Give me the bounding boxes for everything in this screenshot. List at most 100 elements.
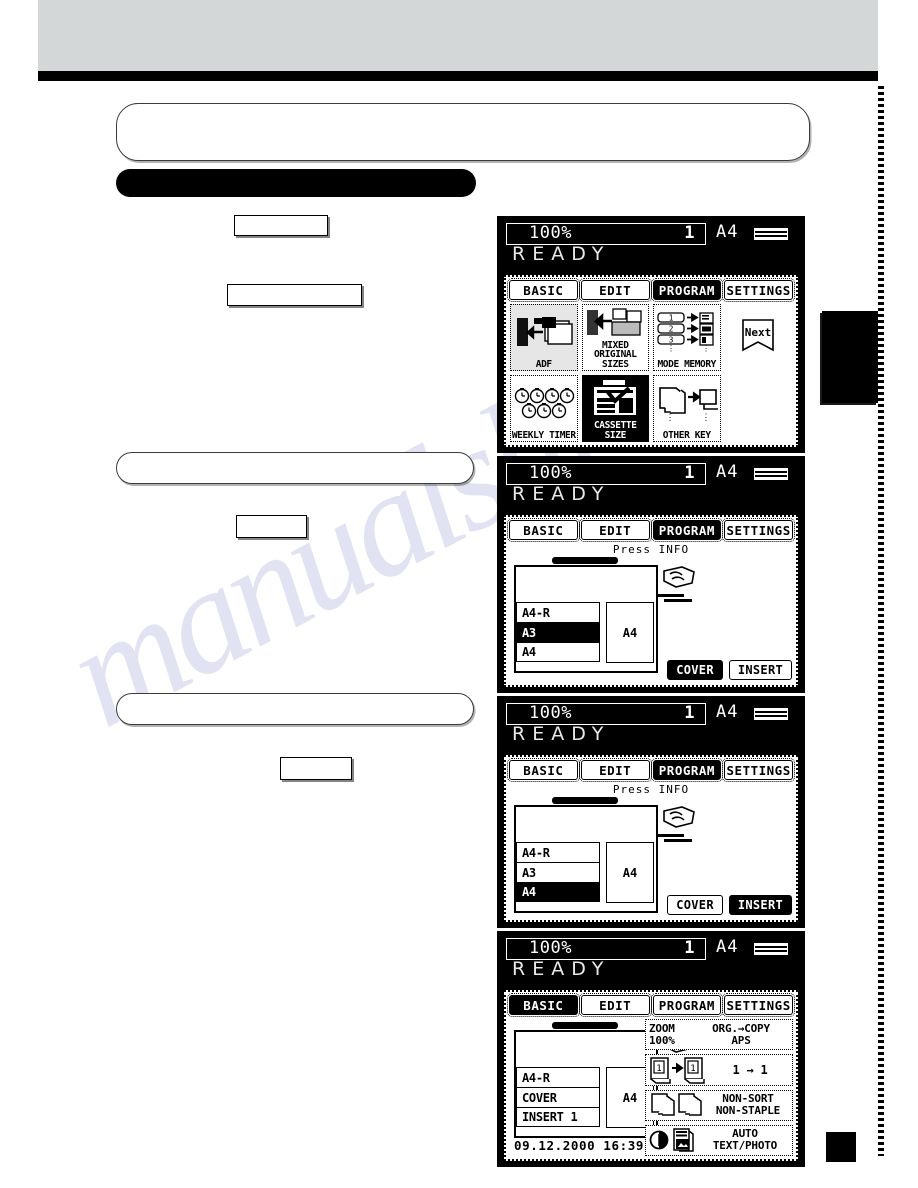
lcd1-zoom-ratio: 100% <box>529 223 572 243</box>
mode-memory-key[interactable]: 1 2 3 ⋮ ⋮ MODE MEMORY <box>653 304 721 371</box>
image-mode-setting[interactable]: AUTO TEXT/PHOTO <box>645 1124 793 1156</box>
tab-program[interactable]: PROGRAM <box>650 758 724 782</box>
hand-pointer-icon <box>662 565 696 591</box>
platen-bar-icon <box>552 797 618 804</box>
lcd3-zoom-ratio: 100% <box>529 703 572 723</box>
lcd4-settings-stack: ZOOM 100% ORG.→COPY APS 1 1 1 → 1 NON-SO… <box>645 1019 793 1156</box>
platen-bar-icon <box>552 557 618 564</box>
cassette-diagram: A4-R A3 A4 A4 <box>514 797 695 917</box>
tab-settings[interactable]: SETTINGS <box>722 278 795 302</box>
feed-path-icon <box>658 833 692 842</box>
tab-settings[interactable]: SETTINGS <box>722 518 795 542</box>
header-band <box>38 0 878 71</box>
tab-basic[interactable]: BASIC <box>507 993 580 1017</box>
cassette-row[interactable]: A4 <box>516 642 600 662</box>
zoom-setting[interactable]: ZOOM 100% ORG.→COPY APS <box>645 1019 793 1051</box>
header-rule <box>38 71 878 81</box>
staple-mode-label: NON-STAPLE <box>715 1104 781 1118</box>
lcd3-status-text: READY <box>512 723 611 745</box>
callout-note-3 <box>116 693 474 725</box>
lcd-panel-1[interactable]: 100% 1 A4 READY BASIC EDIT PROGRAM SETTI… <box>497 216 805 453</box>
duplex-icon: 1 1 <box>649 1056 711 1084</box>
step-box-1 <box>234 215 328 236</box>
lcd4-ratio-box: 100% 1 <box>506 938 706 960</box>
duplex-setting[interactable]: 1 1 1 → 1 <box>645 1054 793 1086</box>
cassette-list: A4-R A3 A4 <box>516 602 600 662</box>
platen-bar-icon <box>552 1022 618 1029</box>
cover-button[interactable]: COVER <box>667 895 723 915</box>
weekly-timer-key[interactable]: WEEKLY TIMER <box>510 375 578 442</box>
callout-note-2 <box>116 452 474 484</box>
lcd1-ratio-box: 100% 1 <box>506 223 706 245</box>
tab-edit[interactable]: EDIT <box>578 518 652 542</box>
aps-label: APS <box>731 1033 751 1047</box>
mixed-original-sizes-key[interactable]: MIXED ORIGINAL SIZES <box>581 304 649 371</box>
cover-button[interactable]: COVER <box>667 660 723 680</box>
lcd2-status-bar: 100% 1 A4 READY <box>498 457 804 513</box>
lcd-panel-4[interactable]: 100% 1 A4 READY BASIC EDIT PROGRAM SETTI… <box>497 931 805 1167</box>
adf-key-label: ADF <box>535 358 552 370</box>
tab-basic[interactable]: BASIC <box>507 278 580 302</box>
cassette-row[interactable]: A3 <box>516 862 600 882</box>
tab-settings[interactable]: SETTINGS <box>722 758 795 782</box>
tab-program[interactable]: PROGRAM <box>650 993 724 1017</box>
next-page-tab[interactable]: Next <box>724 304 793 371</box>
weekly-timer-label: WEEKLY TIMER <box>511 429 576 441</box>
tab-edit[interactable]: EDIT <box>578 758 652 782</box>
next-bookmark-icon: Next <box>725 304 793 370</box>
svg-text:⋮: ⋮ <box>667 344 675 352</box>
lcd3-status-bar: 100% 1 A4 READY <box>498 697 804 753</box>
tab-settings[interactable]: SETTINGS <box>722 993 795 1017</box>
clock-icon <box>511 376 577 431</box>
tab-basic[interactable]: BASIC <box>507 518 580 542</box>
cassette-row[interactable]: INSERT 1 <box>516 1107 600 1127</box>
lcd1-function-grid: ADF MIXED ORIGINAL SIZES 1 2 3 ⋮ ⋮ MODE … <box>510 304 792 442</box>
cassette-row[interactable]: A4-R <box>516 1067 600 1087</box>
lcd2-body: BASIC EDIT PROGRAM SETTINGS Press INFO A… <box>504 515 798 687</box>
lcd2-paper-size: A4 <box>716 462 739 482</box>
cassette-row[interactable]: A4 <box>516 882 600 902</box>
lcd3-paper-size: A4 <box>716 702 739 722</box>
bypass-tray[interactable]: A4 <box>606 842 654 903</box>
adf-key[interactable]: ADF <box>510 304 578 371</box>
callout-note-1 <box>116 103 810 161</box>
finisher-setting[interactable]: NON-SORT NON-STAPLE <box>645 1089 793 1121</box>
tab-edit[interactable]: EDIT <box>578 278 652 302</box>
empty-slot <box>724 375 792 442</box>
tab-program[interactable]: PROGRAM <box>650 278 724 302</box>
tab-edit[interactable]: EDIT <box>578 993 652 1017</box>
svg-text:⋮: ⋮ <box>701 413 710 421</box>
cassette-row[interactable]: COVER <box>516 1087 600 1107</box>
insert-button[interactable]: INSERT <box>728 895 792 915</box>
mixed-original-sizes-label: MIXED ORIGINAL SIZES <box>593 339 637 370</box>
adf-icon <box>511 305 577 360</box>
tab-program[interactable]: PROGRAM <box>650 518 724 542</box>
cassette-size-key[interactable]: CASSETTE SIZE <box>581 375 649 442</box>
lcd1-body: BASIC EDIT PROGRAM SETTINGS ADF MIXED OR… <box>504 275 798 447</box>
svg-text:2: 2 <box>668 325 673 334</box>
lcd4-zoom-ratio: 100% <box>529 938 572 958</box>
sort-icon <box>649 1092 707 1118</box>
lcd2-zoom-ratio: 100% <box>529 463 572 483</box>
other-key-key[interactable]: ⋮ ⋮ OTHER KEY <box>653 375 721 442</box>
image-mode-type-label: TEXT/PHOTO <box>712 1139 778 1153</box>
lcd3-ratio-box: 100% 1 <box>506 703 706 725</box>
insert-button[interactable]: INSERT <box>728 660 792 680</box>
cassette-list: A4-R COVER INSERT 1 <box>516 1067 600 1127</box>
paper-stack-icon <box>754 943 788 955</box>
lcd4-copy-qty: 1 <box>684 938 695 958</box>
cassette-row[interactable]: A4-R <box>516 842 600 862</box>
svg-text:⋮: ⋮ <box>665 413 674 421</box>
cassette-row[interactable]: A3 <box>516 622 600 642</box>
lcd-panel-3[interactable]: 100% 1 A4 READY BASIC EDIT PROGRAM SETTI… <box>497 696 805 928</box>
cassette-row[interactable]: A4-R <box>516 602 600 622</box>
tab-basic[interactable]: BASIC <box>507 758 580 782</box>
lcd2-status-text: READY <box>512 483 611 505</box>
step-box-3 <box>236 515 307 538</box>
lcd-panel-2[interactable]: 100% 1 A4 READY BASIC EDIT PROGRAM SETTI… <box>497 456 805 693</box>
paper-stack-icon <box>754 708 788 720</box>
lcd1-status-text: READY <box>512 243 611 265</box>
paper-stack-icon <box>754 228 788 240</box>
zoom-value: 100% <box>649 1033 675 1047</box>
bypass-tray[interactable]: A4 <box>606 602 654 663</box>
